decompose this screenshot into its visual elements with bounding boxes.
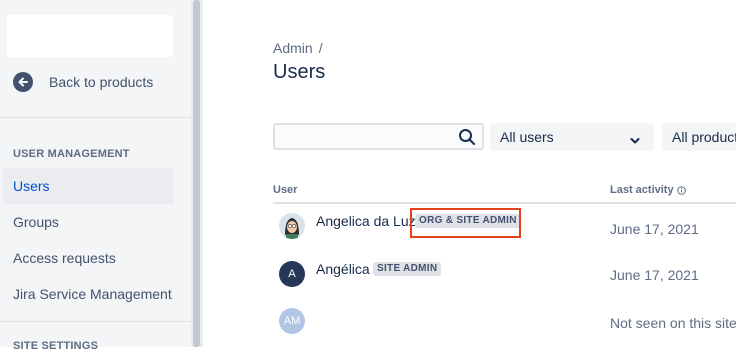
table-row[interactable]: AM Not seen on this site [273,301,736,347]
back-to-products-link[interactable]: Back to products [13,71,153,93]
back-to-products-label: Back to products [49,74,154,90]
sidebar-scrollbar-thumb[interactable] [193,0,200,347]
last-activity-value: Not seen on this site [610,315,736,331]
avatar[interactable]: A [279,261,305,287]
avatar[interactable]: AM [279,308,305,334]
column-header-user[interactable]: User [273,184,297,196]
page-title: Users [273,61,326,83]
sidebar: Back to products USER MANAGEMENT Users G… [0,0,191,352]
last-activity-label: Last activity [610,184,674,196]
user-filter-value: All users [500,129,554,145]
site-admin-badge: SITE ADMIN [373,262,442,276]
user-filter-select[interactable]: All users [490,123,654,151]
breadcrumb-admin-link[interactable]: Admin [273,40,313,56]
breadcrumb: Admin / [273,40,323,56]
chevron-down-icon [630,132,640,148]
user-name[interactable]: Angelica da Luz [316,213,416,229]
table-row[interactable]: A Angélica SITE ADMIN June 17, 2021 [273,254,736,300]
sidebar-item-groups[interactable]: Groups [3,204,174,240]
site-settings-heading: SITE SETTINGS [13,340,99,352]
last-activity-value: June 17, 2021 [610,221,699,237]
last-activity-value: June 17, 2021 [610,267,699,283]
sidebar-divider [0,117,191,118]
highlight-box [410,208,521,238]
product-filter-value: All products [672,129,736,145]
avatar[interactable] [279,213,305,239]
column-header-last-activity[interactable]: Last activity [610,184,686,196]
arrow-left-icon [13,72,33,92]
sidebar-item-jira-service-management[interactable]: Jira Service Management [3,276,174,312]
user-management-heading: USER MANAGEMENT [13,148,130,160]
table-header-divider [273,202,736,204]
sidebar-divider [0,321,191,322]
user-name[interactable]: Angélica [316,261,370,277]
sidebar-item-access-requests[interactable]: Access requests [3,240,174,276]
info-icon[interactable] [676,185,686,195]
search-icon[interactable] [458,128,476,151]
breadcrumb-separator: / [318,40,323,56]
org-logo [7,15,173,57]
sidebar-item-users[interactable]: Users [3,168,174,204]
search-input[interactable] [273,123,484,150]
product-filter-select[interactable]: All products [662,123,736,151]
